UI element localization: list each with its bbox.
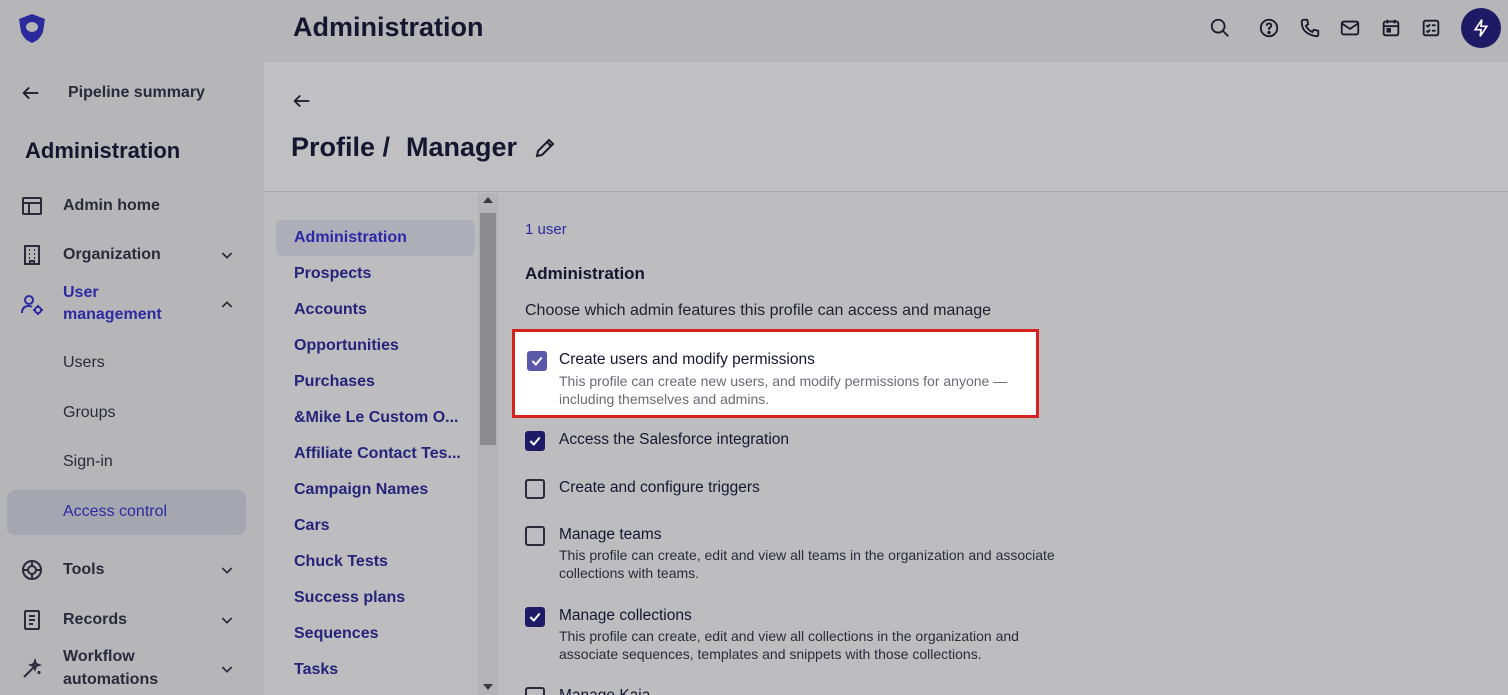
nav-item-records[interactable]: Records xyxy=(0,608,264,632)
nav-item-label: Tools xyxy=(63,561,105,578)
permission-checkbox[interactable] xyxy=(525,526,545,546)
page-title: Profile / Manager xyxy=(291,132,557,163)
nav-item-organization[interactable]: Organization xyxy=(0,243,264,267)
phone-icon[interactable] xyxy=(1298,16,1322,40)
subnav-opportunities[interactable]: Opportunities xyxy=(276,328,475,364)
permissions-content: 1 user Administration Choose which admin… xyxy=(500,193,1508,695)
permission-description: This profile can create, edit and view a… xyxy=(559,547,1055,581)
subnav-cars[interactable]: Cars xyxy=(276,508,475,544)
subnav-prospects[interactable]: Prospects xyxy=(276,256,475,292)
user-gear-icon xyxy=(19,292,45,318)
help-icon[interactable] xyxy=(1257,16,1281,40)
permission-checkbox[interactable] xyxy=(525,687,545,695)
permission-checkbox[interactable] xyxy=(525,479,545,499)
permission-title: Manage Kaia xyxy=(559,687,650,695)
search-icon[interactable] xyxy=(1208,16,1232,40)
mail-icon[interactable] xyxy=(1338,16,1362,40)
subnav-administration[interactable]: Administration xyxy=(276,220,475,256)
users-count-link[interactable]: 1 user xyxy=(525,221,567,238)
wand-icon xyxy=(19,656,45,682)
section-title: Administration xyxy=(525,264,645,283)
nav-item-user-management[interactable]: User management xyxy=(0,282,264,328)
nav-item-workflow-automations[interactable]: Workflow automations xyxy=(0,646,264,692)
page-header: Profile / Manager xyxy=(264,62,1508,192)
permission-description: This profile can create, edit and view a… xyxy=(559,628,1019,662)
top-bar: Administration xyxy=(0,0,1508,62)
building-icon xyxy=(19,242,45,268)
nav-item-label-line2: management xyxy=(63,306,162,323)
permission-title: Manage teams xyxy=(559,526,662,543)
permission-title: Create users and modify permissions xyxy=(559,351,815,368)
permission-description: This profile can create new users, and m… xyxy=(559,373,1008,407)
back-label: Pipeline summary xyxy=(68,84,205,101)
subnav-scrollbar[interactable] xyxy=(478,193,498,695)
subnav-campaign-names[interactable]: Campaign Names xyxy=(276,472,475,508)
nav-item-label: Admin home xyxy=(63,197,160,214)
pencil-icon[interactable] xyxy=(533,136,557,160)
permission-title: Access the Salesforce integration xyxy=(559,431,790,448)
section-description: Choose which admin features this profile… xyxy=(525,302,992,319)
subnav-groups[interactable]: Groups xyxy=(63,404,115,422)
permission-checkbox[interactable] xyxy=(527,351,547,371)
object-subnav: Administration Prospects Accounts Opport… xyxy=(264,193,500,695)
page-title-part1: Profile / xyxy=(291,132,391,162)
subnav-sequences[interactable]: Sequences xyxy=(276,616,475,652)
back-arrow-icon[interactable] xyxy=(291,90,313,112)
permission-title: Create and configure triggers xyxy=(559,479,760,496)
nav-item-label: Records xyxy=(63,611,128,628)
layout-icon xyxy=(19,193,45,219)
subnav-sign-in[interactable]: Sign-in xyxy=(63,453,113,471)
nav-item-label: Workflow xyxy=(63,648,135,665)
app-title: Administration xyxy=(293,12,484,42)
chevron-down-icon[interactable] xyxy=(217,659,237,679)
back-to-pipeline-link[interactable]: Pipeline summary xyxy=(20,78,250,108)
permission-checkbox[interactable] xyxy=(525,431,545,451)
subnav-access-control[interactable]: Access control xyxy=(7,490,246,535)
permission-title: Manage collections xyxy=(559,607,692,624)
subnav-success-plans[interactable]: Success plans xyxy=(276,580,475,616)
records-icon xyxy=(19,607,45,633)
calendar-icon[interactable] xyxy=(1379,16,1403,40)
subnav-label: Access control xyxy=(63,503,168,520)
subnav-tasks[interactable]: Tasks xyxy=(276,652,475,688)
nav-item-label-line2: automations xyxy=(63,671,159,688)
left-nav: Pipeline summary Administration Admin ho… xyxy=(0,62,264,695)
subnav-accounts[interactable]: Accounts xyxy=(276,292,475,328)
nav-item-tools[interactable]: Tools xyxy=(0,558,264,582)
permission-checkbox[interactable] xyxy=(525,607,545,627)
chevron-down-icon[interactable] xyxy=(217,610,237,630)
scroll-down-arrow-icon[interactable] xyxy=(483,684,493,690)
permission-create-users-highlighted: Create users and modify permissions This… xyxy=(512,329,1039,418)
nav-heading: Administration xyxy=(25,138,181,163)
scroll-up-arrow-icon[interactable] xyxy=(483,197,493,203)
subnav-affiliate-contact[interactable]: Affiliate Contact Tes... xyxy=(276,436,475,472)
tools-icon xyxy=(19,557,45,583)
chevron-up-icon[interactable] xyxy=(217,295,237,315)
tasks-icon[interactable] xyxy=(1419,16,1443,40)
page-title-part2: Manager xyxy=(406,132,518,162)
nav-item-label: User xyxy=(63,284,99,301)
subnav-users[interactable]: Users xyxy=(63,354,105,372)
nav-item-admin-home[interactable]: Admin home xyxy=(0,194,264,218)
nav-item-label: Organization xyxy=(63,246,161,263)
chevron-down-icon[interactable] xyxy=(217,560,237,580)
chevron-down-icon[interactable] xyxy=(217,245,237,265)
scroll-thumb[interactable] xyxy=(480,213,496,445)
app-logo-icon[interactable] xyxy=(16,12,48,44)
bolt-icon[interactable] xyxy=(1461,8,1501,48)
subnav-custom-object[interactable]: &Mike Le Custom O... xyxy=(276,400,475,436)
subnav-purchases[interactable]: Purchases xyxy=(276,364,475,400)
subnav-chuck-tests[interactable]: Chuck Tests xyxy=(276,544,475,580)
back-arrow-icon xyxy=(22,86,39,100)
permission-manage-kaia: Manage Kaia xyxy=(525,687,1085,695)
